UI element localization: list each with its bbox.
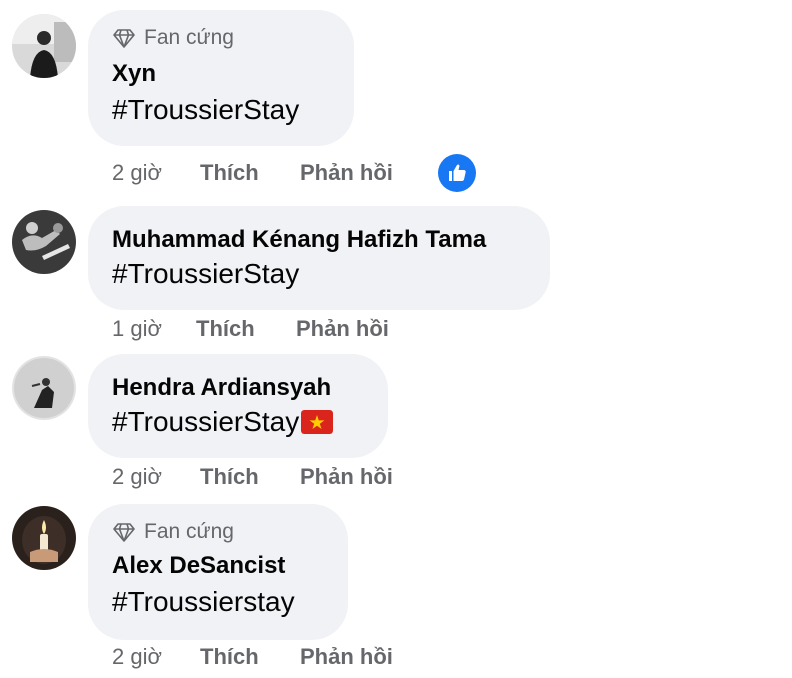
comment-timestamp[interactable]: 2 giờ [112, 644, 200, 670]
comment-timestamp[interactable]: 2 giờ [112, 464, 200, 490]
diamond-icon [113, 29, 135, 48]
commenter-name[interactable]: Alex DeSancist [112, 552, 285, 580]
reply-link[interactable]: Phản hồi [300, 160, 393, 186]
badge-label: Fan cứng [144, 520, 234, 543]
commenter-name[interactable]: Hendra Ardiansyah [112, 374, 331, 402]
comment-bubble: Fan cứng Xyn #TroussierStay [88, 10, 354, 146]
like-link[interactable]: Thích [196, 316, 296, 342]
comment-actions: 2 giờ Thích Phản hồi [112, 158, 393, 188]
avatar[interactable] [12, 356, 76, 420]
like-link[interactable]: Thích [200, 160, 300, 186]
comment-bubble: Hendra Ardiansyah #TroussierStay [88, 354, 388, 458]
comment-text: #Troussierstay [112, 586, 295, 617]
commenter-name[interactable]: Muhammad Kénang Hafizh Tama [112, 226, 486, 254]
avatar[interactable] [12, 210, 76, 274]
comment-actions: 1 giờ Thích Phản hồi [112, 314, 389, 344]
like-reaction-icon[interactable] [438, 154, 476, 192]
badge-label: Fan cứng [144, 26, 234, 49]
diamond-icon [113, 523, 135, 542]
reply-link[interactable]: Phản hồi [300, 644, 393, 670]
avatar[interactable] [12, 506, 76, 570]
comment-timestamp[interactable]: 1 giờ [112, 316, 196, 342]
comment-actions: 2 giờ Thích Phản hồi [112, 642, 393, 672]
comment-text-content: #TroussierStay [112, 406, 300, 437]
vietnam-flag-icon [301, 410, 334, 434]
comment-text: #TroussierStay [112, 406, 334, 438]
comment-bubble: Fan cứng Alex DeSancist #Troussierstay [88, 504, 348, 640]
reply-link[interactable]: Phản hồi [296, 316, 389, 342]
reply-link[interactable]: Phản hồi [300, 464, 393, 490]
like-link[interactable]: Thích [200, 464, 300, 490]
comment-text: #TroussierStay [112, 94, 300, 125]
comment-actions: 2 giờ Thích Phản hồi [112, 462, 393, 492]
like-link[interactable]: Thích [200, 644, 300, 670]
avatar[interactable] [12, 14, 76, 78]
comment-bubble: Muhammad Kénang Hafizh Tama #TroussierSt… [88, 206, 550, 310]
commenter-name[interactable]: Xyn [112, 60, 156, 88]
top-fan-badge[interactable]: Fan cứng [112, 26, 234, 50]
comment-text: #TroussierStay [112, 258, 300, 289]
top-fan-badge[interactable]: Fan cứng [112, 520, 234, 544]
comment-timestamp[interactable]: 2 giờ [112, 160, 200, 186]
